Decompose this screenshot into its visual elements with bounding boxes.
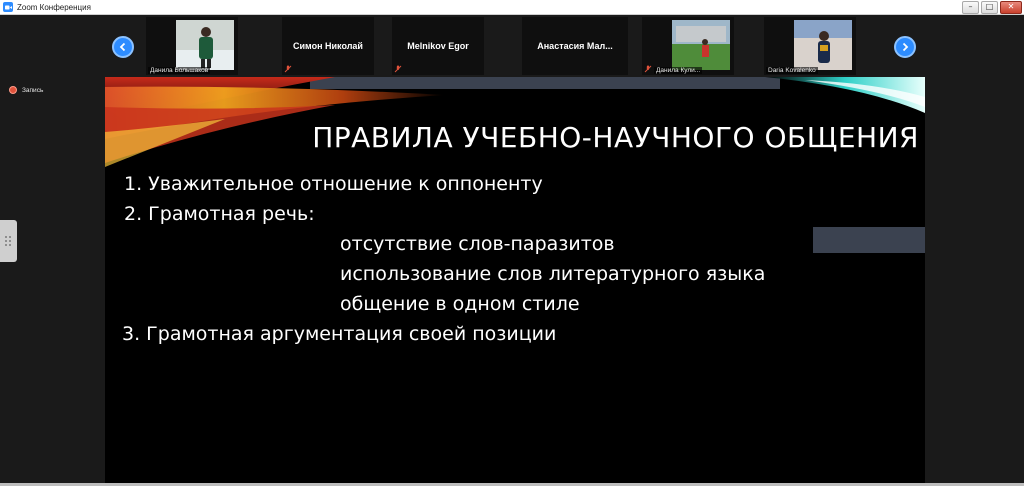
record-icon <box>9 86 17 94</box>
participant-video <box>176 20 234 70</box>
participant-tile[interactable]: Melnikov Egor <box>392 17 484 75</box>
muted-mic-icon <box>284 65 292 73</box>
slide-overlay-block <box>813 227 925 253</box>
participant-strip: Данила Большаков Симон Николай Melnikov … <box>0 15 1024 77</box>
participant-name: Данила Кули... <box>654 67 703 74</box>
participant-tile[interactable]: Данила Большаков <box>146 17 238 75</box>
participant-video <box>672 20 730 70</box>
maximize-button[interactable]: □ <box>981 1 998 14</box>
slide-title: ПРАВИЛА УЧЕБНО-НАУЧНОГО ОБЩЕНИЯ <box>312 121 919 154</box>
minimize-button[interactable]: – <box>962 1 979 14</box>
participant-tile[interactable]: Симон Николай <box>282 17 374 75</box>
muted-mic-icon <box>644 65 652 73</box>
zoom-window: Zoom Конференция – □ ✕ Данила Большаков <box>0 0 1024 486</box>
window-title: Zoom Конференция <box>17 2 91 12</box>
participant-tile[interactable]: Daria Kovalenko <box>764 17 856 75</box>
title-bar: Zoom Конференция – □ ✕ <box>0 0 1024 15</box>
participant-name: Симон Николай <box>293 41 363 51</box>
side-panel-handle[interactable] <box>0 220 17 262</box>
previous-participants-button[interactable] <box>112 36 134 58</box>
slide-sub-item: отсутствие слов-паразитов <box>340 233 615 255</box>
window-controls: – □ ✕ <box>962 1 1022 14</box>
zoom-app-icon <box>3 2 13 12</box>
grip-icon <box>5 236 11 246</box>
recording-label: Запись <box>22 86 44 94</box>
participant-name: Daria Kovalenko <box>766 67 818 74</box>
participant-name: Анастасия Мал... <box>537 41 613 51</box>
recording-indicator[interactable]: Запись <box>9 86 43 94</box>
participant-tile[interactable]: Данила Кули... <box>642 17 734 75</box>
next-participants-button[interactable] <box>894 36 916 58</box>
participant-tile[interactable]: Анастасия Мал... <box>522 17 628 75</box>
muted-mic-icon <box>394 65 402 73</box>
participant-name: Melnikov Egor <box>407 41 469 51</box>
chevron-left-icon <box>119 42 126 52</box>
slide-list-item: 3. Грамотная аргументация своей позиции <box>122 323 557 345</box>
chevron-right-icon <box>902 42 909 52</box>
slide-list-item: 1. Уважительное отношение к оппоненту <box>124 173 543 195</box>
slide-sub-item: использование слов литературного языка <box>340 263 766 285</box>
participant-name: Данила Большаков <box>148 67 211 74</box>
slide-list-item: 2. Грамотная речь: <box>124 203 315 225</box>
participant-video <box>794 20 852 70</box>
slide-sub-item: общение в одном стиле <box>340 293 580 315</box>
shared-screen-slide: ПРАВИЛА УЧЕБНО-НАУЧНОГО ОБЩЕНИЯ 1. Уважи… <box>105 77 925 483</box>
close-button[interactable]: ✕ <box>1000 1 1022 14</box>
